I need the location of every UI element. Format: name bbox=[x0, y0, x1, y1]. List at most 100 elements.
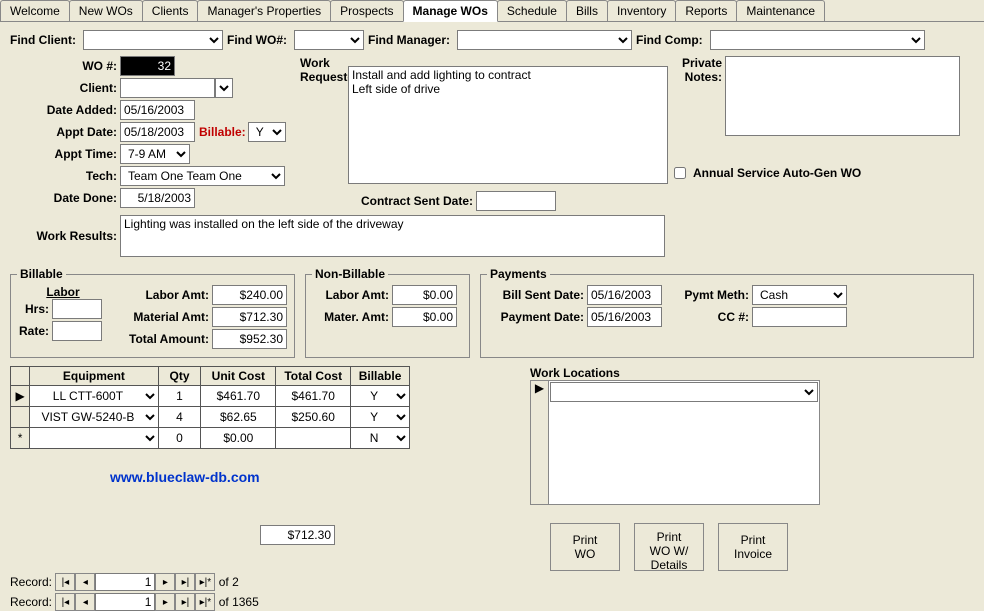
find-client-label: Find Client: bbox=[10, 33, 79, 47]
rate-input[interactable] bbox=[52, 321, 102, 341]
tab-managers-properties[interactable]: Manager's Properties bbox=[197, 0, 331, 21]
tab-reports[interactable]: Reports bbox=[675, 0, 737, 21]
work-requested-textarea[interactable]: Install and add lighting to contract Lef… bbox=[348, 66, 668, 184]
cc-input[interactable] bbox=[752, 307, 847, 327]
labor-header: Labor bbox=[17, 285, 112, 299]
appt-date-input[interactable] bbox=[120, 122, 195, 142]
nav-new-icon[interactable]: ▸|* bbox=[195, 573, 215, 591]
date-done-label: Date Done: bbox=[10, 191, 120, 205]
client-input[interactable] bbox=[120, 78, 215, 98]
payment-date-input[interactable] bbox=[587, 307, 662, 327]
equip-total[interactable] bbox=[276, 428, 350, 448]
nav-prev-icon[interactable]: ◂ bbox=[75, 593, 95, 611]
equip-name[interactable]: LL CTT-600T bbox=[30, 386, 157, 406]
material-amt-input[interactable] bbox=[212, 307, 287, 327]
table-row[interactable]: ▶ LL CTT-600T Y bbox=[11, 386, 410, 407]
nav-prev-icon[interactable]: ◂ bbox=[75, 573, 95, 591]
private-notes-textarea[interactable] bbox=[725, 56, 960, 136]
nb-labor-amt-label: Labor Amt: bbox=[312, 288, 392, 302]
pymt-meth-label: Pymt Meth: bbox=[662, 288, 752, 302]
table-row[interactable]: * N bbox=[11, 428, 410, 449]
nav-first-icon[interactable]: |◂ bbox=[55, 573, 75, 591]
equip-name[interactable]: VIST GW-5240-B bbox=[30, 407, 157, 427]
tab-inventory[interactable]: Inventory bbox=[607, 0, 676, 21]
billable-label: Billable: bbox=[199, 125, 246, 139]
hrs-input[interactable] bbox=[52, 299, 102, 319]
equip-billable[interactable]: N bbox=[351, 428, 409, 448]
equip-total[interactable] bbox=[276, 407, 350, 427]
equip-unit[interactable] bbox=[201, 386, 275, 406]
nav-next-icon[interactable]: ▸ bbox=[155, 593, 175, 611]
nav-last-icon[interactable]: ▸| bbox=[175, 573, 195, 591]
find-client-combo[interactable] bbox=[83, 30, 223, 50]
col-qty: Qty bbox=[158, 367, 201, 386]
nb-labor-amt-input[interactable] bbox=[392, 285, 457, 305]
tab-prospects[interactable]: Prospects bbox=[330, 0, 403, 21]
record-label: Record: bbox=[10, 575, 52, 589]
record-label: Record: bbox=[10, 595, 52, 609]
nav-first-icon[interactable]: |◂ bbox=[55, 593, 75, 611]
tech-combo[interactable]: Team One Team One bbox=[120, 166, 285, 186]
table-row[interactable]: VIST GW-5240-B Y bbox=[11, 407, 410, 428]
equip-unit[interactable] bbox=[201, 428, 275, 448]
tab-bills[interactable]: Bills bbox=[566, 0, 608, 21]
nb-mater-amt-input[interactable] bbox=[392, 307, 457, 327]
equip-name[interactable] bbox=[30, 428, 157, 448]
nav-position-input[interactable] bbox=[95, 573, 155, 591]
work-results-label: Work Results: bbox=[10, 229, 120, 243]
tab-maintenance[interactable]: Maintenance bbox=[736, 0, 825, 21]
nav-last-icon[interactable]: ▸| bbox=[175, 593, 195, 611]
find-manager-combo[interactable] bbox=[457, 30, 632, 50]
tab-clients[interactable]: Clients bbox=[142, 0, 199, 21]
tab-welcome[interactable]: Welcome bbox=[0, 0, 70, 21]
tab-new-wos[interactable]: New WOs bbox=[69, 0, 143, 21]
nav-next-icon[interactable]: ▸ bbox=[155, 573, 175, 591]
find-comp-combo[interactable] bbox=[710, 30, 925, 50]
equip-unit[interactable] bbox=[201, 407, 275, 427]
equip-qty[interactable] bbox=[159, 407, 201, 427]
row-selector-new-icon: * bbox=[11, 428, 30, 449]
cc-label: CC #: bbox=[662, 310, 752, 324]
bill-sent-input[interactable] bbox=[587, 285, 662, 305]
outer-record-navigator: Record: |◂ ◂ ▸ ▸| ▸|* of 1365 bbox=[10, 593, 974, 611]
nav-total: 2 bbox=[232, 575, 239, 589]
nav-position-input[interactable] bbox=[95, 593, 155, 611]
col-total-cost: Total Cost bbox=[276, 367, 351, 386]
work-results-textarea[interactable]: Lighting was installed on the left side … bbox=[120, 215, 665, 257]
equip-qty[interactable] bbox=[159, 386, 201, 406]
print-wo-button[interactable]: Print WO bbox=[550, 523, 620, 571]
find-wo-label: Find WO#: bbox=[227, 33, 290, 47]
pymt-meth-combo[interactable]: Cash bbox=[752, 285, 847, 305]
date-done-input[interactable] bbox=[120, 188, 195, 208]
nav-total: 1365 bbox=[232, 595, 259, 609]
find-manager-label: Find Manager: bbox=[368, 33, 453, 47]
inner-record-navigator: Record: |◂ ◂ ▸ ▸| ▸|* of 2 bbox=[10, 573, 974, 591]
total-amt-input[interactable] bbox=[212, 329, 287, 349]
wo-num-input[interactable] bbox=[120, 56, 175, 76]
equip-total[interactable] bbox=[276, 386, 350, 406]
material-amt-label: Material Amt: bbox=[112, 310, 212, 324]
col-billable: Billable bbox=[351, 367, 410, 386]
print-wo-details-button[interactable]: Print WO W/ Details bbox=[634, 523, 704, 571]
billable-combo[interactable]: Y bbox=[248, 122, 286, 142]
nav-new-icon[interactable]: ▸|* bbox=[195, 593, 215, 611]
date-added-input[interactable] bbox=[120, 100, 195, 120]
appt-time-combo[interactable]: 7-9 AM bbox=[120, 144, 190, 164]
find-wo-combo[interactable] bbox=[294, 30, 364, 50]
payment-date-label: Payment Date: bbox=[487, 310, 587, 324]
equip-billable[interactable]: Y bbox=[351, 386, 409, 406]
client-picker[interactable] bbox=[215, 78, 233, 98]
labor-amt-input[interactable] bbox=[212, 285, 287, 305]
website-link[interactable]: www.blueclaw-db.com bbox=[110, 469, 470, 485]
print-invoice-button[interactable]: Print Invoice bbox=[718, 523, 788, 571]
equip-billable[interactable]: Y bbox=[351, 407, 409, 427]
work-location-combo[interactable] bbox=[550, 382, 818, 402]
equip-qty[interactable] bbox=[159, 428, 201, 448]
contract-sent-input[interactable] bbox=[476, 191, 556, 211]
annual-service-label: Annual Service Auto-Gen WO bbox=[693, 166, 864, 180]
tab-manage-wos[interactable]: Manage WOs bbox=[403, 0, 498, 22]
annual-service-checkbox[interactable] bbox=[674, 167, 686, 179]
work-requested-label: Work Requested: bbox=[300, 56, 348, 84]
tab-schedule[interactable]: Schedule bbox=[497, 0, 567, 21]
equipment-grid: Equipment Qty Unit Cost Total Cost Billa… bbox=[10, 366, 410, 449]
